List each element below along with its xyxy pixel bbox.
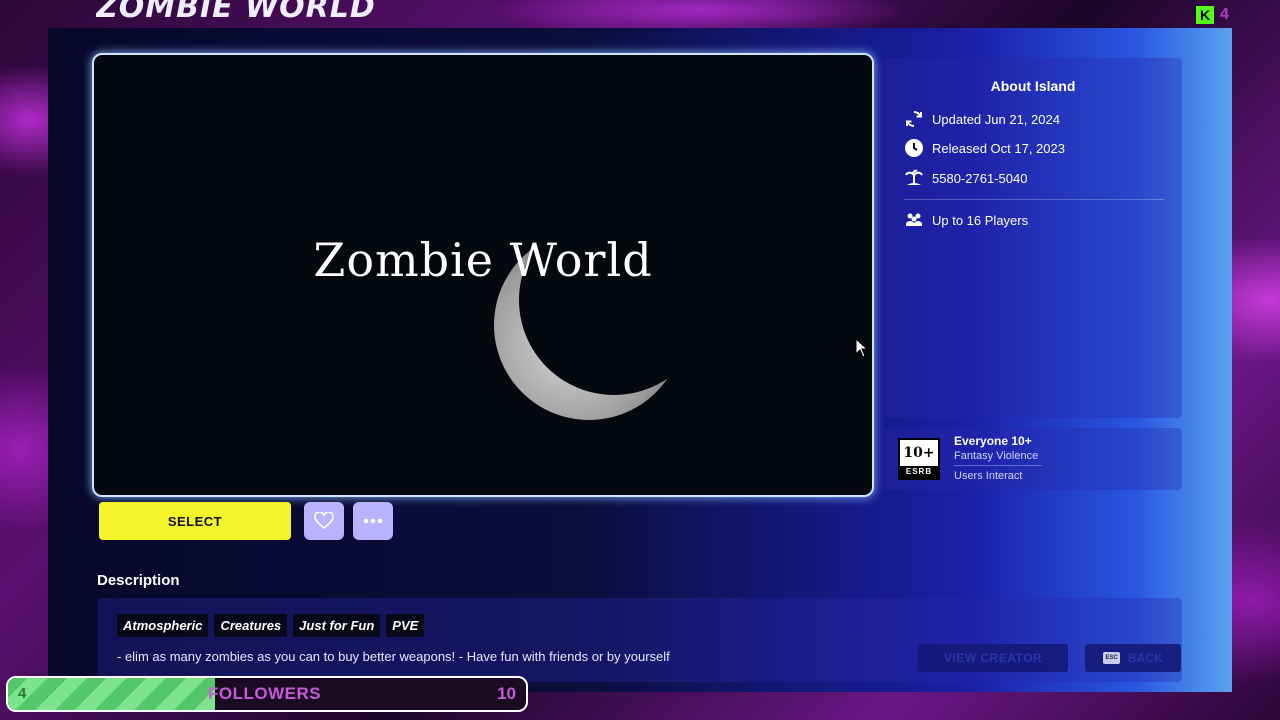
page-title: ZOMBIE WORLD: [96, 0, 376, 25]
tag: Atmospheric: [117, 614, 209, 637]
island-icon: [905, 169, 923, 185]
followers-progress-fill: [8, 678, 216, 710]
rating-title: Everyone 10+: [954, 434, 1032, 448]
tag: Creatures: [214, 614, 288, 637]
followers-label: FOLLOWERS: [208, 684, 322, 703]
esrb-rating-badge: 10+ ESRB: [898, 438, 940, 480]
back-label: BACK: [1127, 651, 1163, 665]
divider: [954, 465, 1042, 466]
kick-logo-icon: K: [1196, 6, 1214, 24]
description-text: - elim as many zombies as you can to buy…: [117, 649, 670, 664]
viewer-count: 4: [1220, 6, 1229, 23]
island-thumbnail[interactable]: Zombie World: [92, 53, 874, 497]
description-panel: Atmospheric Creatures Just for Fun PVE -…: [97, 598, 1182, 682]
tag-list: Atmospheric Creatures Just for Fun PVE: [117, 614, 425, 637]
players-row: Up to 16 Players: [904, 210, 1028, 230]
island-thumbnail-title: Zombie World: [313, 233, 653, 287]
players-icon: [906, 213, 922, 226]
description-heading: Description: [97, 572, 180, 589]
tag: Just for Fun: [293, 614, 381, 637]
divider: [904, 199, 1164, 200]
ellipsis-icon: [363, 518, 383, 524]
content-rating-panel: 10+ ESRB Everyone 10+ Fantasy Violence U…: [884, 428, 1182, 490]
stream-overlay: K 4: [1196, 6, 1229, 24]
tag: PVE: [386, 614, 425, 637]
heart-icon: [314, 512, 334, 530]
back-button[interactable]: ESC BACK: [1085, 644, 1181, 672]
followers-goal: 10: [497, 684, 516, 703]
esc-key-icon: ESC: [1103, 652, 1120, 664]
mouse-cursor-icon: [855, 338, 869, 358]
rating-interactive-element: Users Interact: [954, 470, 1023, 482]
updated-row: Updated Jun 21, 2024: [904, 109, 1060, 129]
clock-icon: [905, 139, 923, 157]
select-button[interactable]: SELECT: [99, 502, 291, 540]
view-creator-button[interactable]: VIEW CREATOR: [918, 644, 1068, 672]
followers-current: 4: [18, 685, 27, 702]
more-options-button[interactable]: [353, 502, 393, 540]
about-heading: About Island: [990, 78, 1076, 94]
refresh-icon: [906, 111, 922, 127]
released-row: Released Oct 17, 2023: [904, 138, 1065, 158]
about-island-panel: About Island Updated Jun 21, 2024 Releas…: [884, 58, 1182, 418]
rating-descriptor: Fantasy Violence: [954, 450, 1039, 462]
island-code-row: 5580-2761-5040: [904, 168, 1027, 188]
followers-goal-bar: 4 FOLLOWERS 10: [6, 676, 528, 712]
favorite-button[interactable]: [304, 502, 344, 540]
